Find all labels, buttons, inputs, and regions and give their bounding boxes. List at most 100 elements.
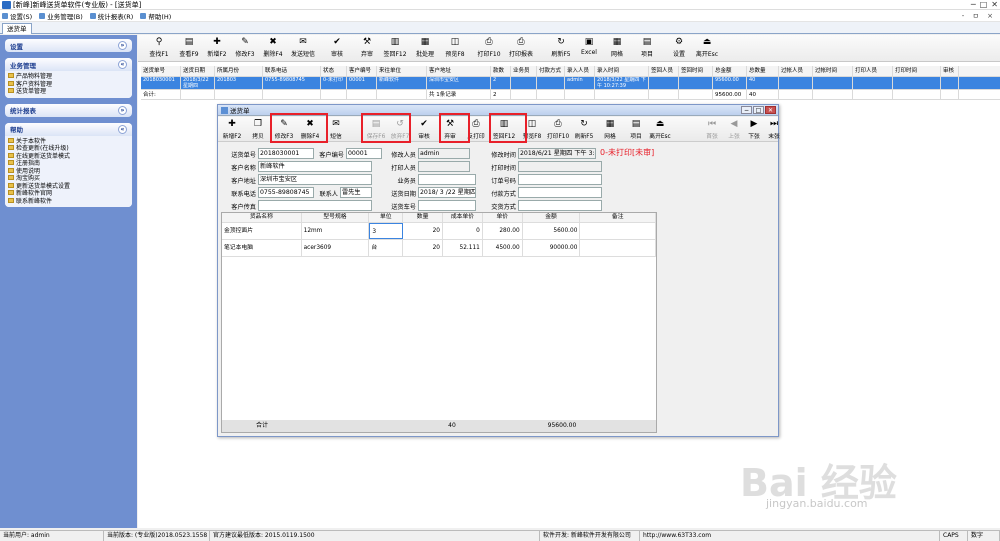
column-header[interactable]: 联系电话	[263, 66, 321, 76]
last-button[interactable]: ⏭ 末张	[762, 120, 786, 141]
column-header[interactable]: 签回时间	[679, 66, 713, 76]
expand-icon[interactable]: »	[118, 105, 127, 115]
salesman-field[interactable]	[418, 174, 476, 185]
column-header[interactable]: 所属月份	[215, 66, 263, 76]
table-cell[interactable]	[580, 223, 657, 239]
column-header[interactable]: 录入人员	[565, 66, 595, 76]
menu-label: 业务管理(B)	[47, 12, 83, 21]
column-header[interactable]: 送货单号	[141, 66, 181, 76]
mdi-controls[interactable]: - ㅁ ×	[962, 11, 996, 21]
column-header[interactable]: 总金额	[713, 66, 747, 76]
print-button[interactable]: ⎙ 打印F10	[546, 120, 570, 141]
column-header[interactable]: 成本单价	[443, 213, 483, 222]
table-cell[interactable]: 金顶控面片	[222, 223, 302, 239]
table-cell[interactable]: 90000.00	[523, 240, 581, 256]
table-cell[interactable]: 4500.00	[483, 240, 523, 256]
menu-settings[interactable]: 设置(S)	[2, 11, 32, 21]
copy-button[interactable]: ❐ 拷贝	[246, 120, 270, 141]
close-button[interactable]: ✕	[991, 0, 998, 9]
column-header[interactable]: 付款方式	[537, 66, 565, 76]
sidebar-item-delivery[interactable]: 送货单管理	[8, 87, 129, 95]
column-header[interactable]: 单位	[369, 213, 404, 222]
menu-reports[interactable]: 统计报表(R)	[89, 11, 133, 21]
menu-business[interactable]: 业务管理(B)	[39, 11, 83, 21]
column-header[interactable]: 打印人员	[853, 66, 893, 76]
column-header[interactable]: 型号规格	[302, 213, 370, 222]
sidebar-group-header[interactable]: 设置 »	[5, 39, 132, 52]
trade-field[interactable]	[518, 200, 602, 211]
maximize-button[interactable]: □	[980, 0, 988, 9]
order-code-field[interactable]	[518, 174, 602, 185]
table-cell[interactable]: 笔记本电脑	[222, 240, 302, 256]
first-button[interactable]: ⏮ 首张	[700, 120, 724, 141]
expand-icon[interactable]: »	[118, 41, 127, 50]
report-button[interactable]: ⎙ 打印报表	[502, 38, 540, 59]
column-header[interactable]: 来往单位	[377, 66, 427, 76]
cust-name-field[interactable]: 新峰软件	[258, 161, 372, 172]
table-row[interactable]: 2018030001 2018/3/22 星期四 201803 0755-898087…	[141, 77, 1000, 90]
table-cell[interactable]: 0	[443, 223, 483, 239]
column-header[interactable]: 过帐人员	[779, 66, 813, 76]
column-header[interactable]: 单价	[483, 213, 523, 222]
table-cell[interactable]: acer3609	[302, 240, 370, 256]
new-button[interactable]: ✚ 新增F2	[220, 120, 244, 141]
dialog-minimize-button[interactable]: −	[741, 106, 752, 114]
preview-button[interactable]: ◫ 预览F8	[436, 38, 474, 59]
item-button[interactable]: ▤ 项目	[624, 120, 648, 141]
audit-button[interactable]: ✔ 审核	[412, 120, 436, 141]
sms-button[interactable]: ✉ 发送短信	[284, 38, 322, 59]
column-header[interactable]: 审核	[941, 66, 959, 76]
column-header[interactable]: 业务员	[511, 66, 537, 76]
table-cell[interactable]: 12mm	[302, 223, 370, 239]
dialog-close-button[interactable]: ✕	[765, 106, 776, 114]
collapse-icon[interactable]: «	[118, 60, 127, 69]
menu-help[interactable]: 帮助(H)	[140, 11, 171, 21]
refresh-button[interactable]: ↻ 刷新F5	[572, 120, 596, 141]
sidebar-group-header[interactable]: 统计报表 »	[5, 103, 132, 117]
contact-field[interactable]: 雷先生	[340, 187, 372, 198]
sidebar-group-header[interactable]: 业务管理 «	[5, 58, 132, 71]
exit-button[interactable]: ⏏ 离开Esc	[648, 120, 672, 141]
column-header[interactable]: 客户编号	[347, 66, 377, 76]
grid-button[interactable]: ▦ 网格	[598, 120, 622, 141]
date-picker[interactable]: 2018/ 3 /22 星期四	[418, 187, 476, 198]
table-cell[interactable]: 20	[403, 223, 443, 239]
table-cell[interactable]: 5600.00	[523, 223, 581, 239]
table-row[interactable]: 金顶控面片 12mm 3 20 0 280.00 5600.00	[222, 223, 657, 240]
sidebar-group-header[interactable]: 帮助 «	[5, 122, 132, 136]
table-cell[interactable]: 20	[403, 240, 443, 256]
collapse-icon[interactable]: «	[118, 124, 127, 134]
table-cell[interactable]: 280.00	[483, 223, 523, 239]
column-header[interactable]: 打印时间	[893, 66, 941, 76]
column-header[interactable]: 状态	[321, 66, 347, 76]
column-header[interactable]: 备注	[580, 213, 657, 222]
column-header[interactable]: 货品名称	[222, 213, 302, 222]
table-cell[interactable]: 台	[369, 240, 404, 256]
column-header[interactable]: 签回人员	[649, 66, 679, 76]
table-cell[interactable]: 3	[369, 223, 404, 239]
column-header[interactable]: 录入时间	[595, 66, 649, 76]
column-header[interactable]: 送货日期	[181, 66, 215, 76]
dialog-maximize-button[interactable]: □	[753, 106, 764, 114]
phone-field[interactable]: 0755-89808745	[258, 187, 314, 198]
minimize-button[interactable]: ─	[971, 0, 976, 9]
column-header[interactable]: 金额	[523, 213, 581, 222]
column-header[interactable]: 款数	[491, 66, 511, 76]
order-no-field[interactable]: 2018030001	[258, 148, 314, 159]
exit-button[interactable]: ⏏ 离开Esc	[688, 38, 726, 59]
column-header[interactable]: 过帐时间	[813, 66, 853, 76]
column-header[interactable]: 总数量	[747, 66, 779, 76]
print-time-field	[518, 161, 602, 172]
column-header[interactable]: 客户地址	[427, 66, 491, 76]
payment-field[interactable]	[518, 187, 602, 198]
sidebar-item[interactable]: 联系新峰软件	[8, 197, 129, 205]
vehicle-field[interactable]	[418, 200, 476, 211]
tab-delivery-note[interactable]: 送货单	[2, 23, 32, 34]
table-row[interactable]: 笔记本电脑 acer3609 台 20 52.111 4500.00 90000.00	[222, 240, 657, 257]
cust-no-field[interactable]: 00001	[346, 148, 382, 159]
table-cell[interactable]: 52.111	[443, 240, 483, 256]
column-header[interactable]: 数量	[403, 213, 443, 222]
fax-field[interactable]	[258, 200, 372, 211]
table-cell[interactable]	[580, 240, 657, 256]
address-field[interactable]: 深圳市宝安区	[258, 174, 372, 185]
